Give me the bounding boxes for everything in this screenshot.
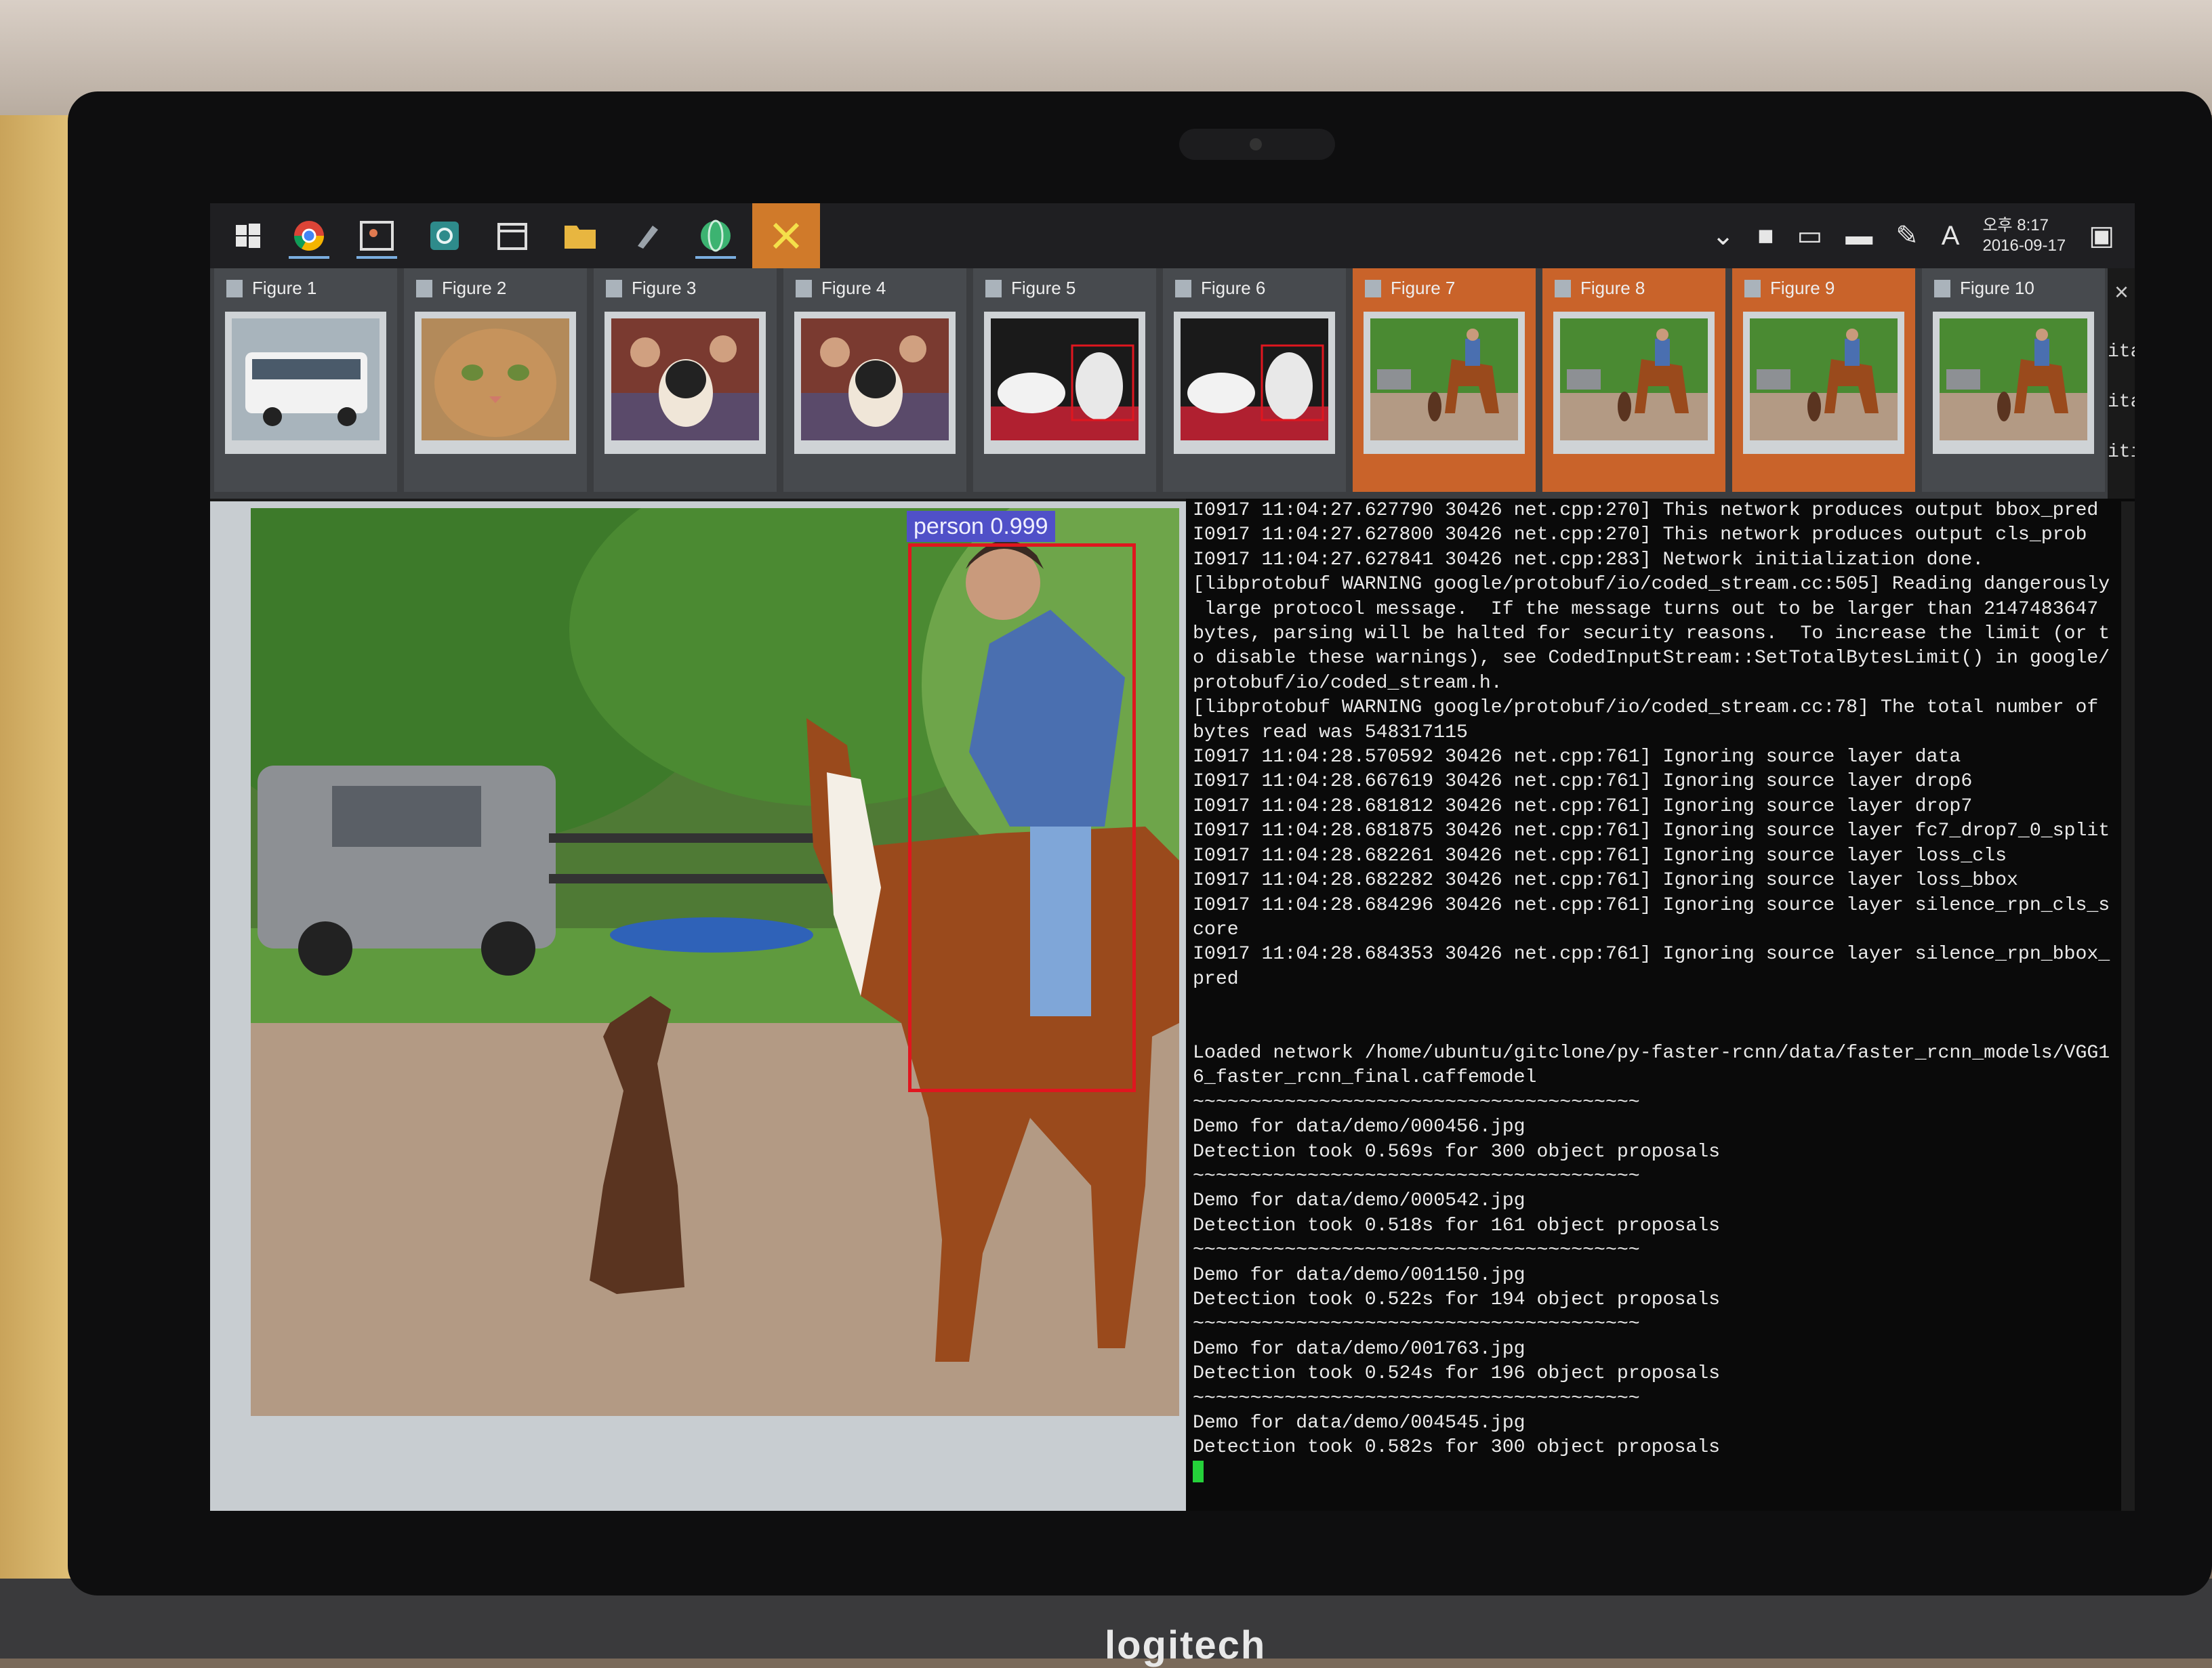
battery-icon[interactable]: ▬ [1845, 221, 1872, 251]
brand-logo: logitech [1105, 1623, 1267, 1667]
figure-window[interactable]: person 0.999 [210, 501, 1186, 1511]
figure-thumbnail-title: Figure 2 [416, 278, 506, 299]
terminal-output[interactable]: I0917 11:04:27.627790 30426 net.cpp:270]… [1186, 499, 2135, 1511]
terminal-text: I0917 11:04:27.627790 30426 net.cpp:270]… [1186, 499, 2135, 1485]
detection-label: person 0.999 [907, 511, 1055, 542]
figure-thumbnail-preview [415, 312, 576, 454]
close-icon[interactable]: × [2114, 278, 2129, 306]
figure-thumbnail-preview [1743, 312, 1904, 454]
figure-thumbnail[interactable]: Figure 2 [404, 268, 587, 492]
obscured-text: itat [2108, 341, 2135, 362]
figure-thumbnail[interactable]: Figure 5 [973, 268, 1156, 492]
figure-window-icon [1934, 279, 1950, 297]
screen: ⌄ ■ ▭ ▬ ✎ A 오후 8:17 2016-09-17 ▣ Figure … [210, 203, 2135, 1511]
figure-thumbnail-label: Figure 7 [1391, 278, 1456, 298]
figure-thumbnail-title: Figure 4 [796, 278, 886, 299]
figure-thumbnail[interactable]: Figure 4 [783, 268, 966, 492]
terminal-cursor [1193, 1461, 1204, 1483]
figure-thumbnail-label: Figure 10 [1960, 278, 2034, 298]
settings-icon[interactable] [424, 215, 465, 256]
obscured-text: itat [2108, 392, 2135, 413]
webcam [1179, 129, 1335, 160]
onedrive-icon[interactable]: ■ [1757, 221, 1774, 251]
figure-thumbnail-title: Figure 8 [1555, 278, 1645, 299]
figure-thumbnail-title: Figure 3 [606, 278, 696, 299]
figure-thumbnail-preview [605, 312, 766, 454]
figure-window-icon [416, 279, 432, 297]
figure-thumbnail[interactable]: Figure 6 [1163, 268, 1346, 492]
xming-icon[interactable] [752, 203, 820, 268]
figure-thumbnail-preview [225, 312, 386, 454]
figure-thumbnail[interactable]: Figure 9 [1732, 268, 1915, 492]
figure-thumbnail-label: Figure 4 [821, 278, 886, 298]
figure-thumbnail-label: Figure 8 [1580, 278, 1645, 298]
figure-thumbnail[interactable]: Figure 1 [214, 268, 397, 492]
detection-bounding-box [908, 543, 1136, 1092]
folder-icon[interactable] [560, 215, 600, 256]
chevron-up-icon[interactable]: ⌄ [1712, 220, 1735, 251]
photos-icon[interactable] [356, 215, 397, 259]
taskbar: ⌄ ■ ▭ ▬ ✎ A 오후 8:17 2016-09-17 ▣ [210, 203, 2135, 268]
figure-thumbnail-label: Figure 2 [442, 278, 507, 298]
terminal-scrollbar[interactable] [2121, 501, 2135, 1511]
obscured-text: itio [2108, 442, 2135, 463]
figure-window-icon [1365, 279, 1381, 297]
figure-window-icon [226, 279, 243, 297]
figure-window-icon [1175, 279, 1191, 297]
figure-window-icon [796, 279, 812, 297]
calendar-icon[interactable] [492, 215, 533, 256]
figure-thumbnail-label: Figure 9 [1770, 278, 1835, 298]
figure-thumbnail-preview [1553, 312, 1715, 454]
figure-thumbnail-title: Figure 5 [985, 278, 1076, 299]
pen-tray-icon[interactable]: ✎ [1896, 220, 1919, 251]
figure-thumbnail-label: Figure 5 [1011, 278, 1076, 298]
figure-thumbnail-title: Figure 9 [1744, 278, 1835, 299]
windows-icon[interactable] [228, 215, 268, 256]
figure-thumbnail-preview [984, 312, 1145, 454]
clock-time: 오후 8:17 [1982, 216, 2049, 234]
figure-thumbnail[interactable]: Figure 10 [1922, 268, 2105, 492]
figure-thumbnail[interactable]: Figure 3 [594, 268, 777, 492]
figure-thumbnail-preview [794, 312, 956, 454]
clock[interactable]: 오후 8:17 2016-09-17 [1982, 215, 2066, 256]
figure-thumbnail[interactable]: Figure 8 [1542, 268, 1725, 492]
figure-thumbnail-preview [1933, 312, 2094, 454]
figure-thumbnail-title: Figure 7 [1365, 278, 1455, 299]
pen-icon[interactable] [628, 215, 668, 256]
figure-window-icon [985, 279, 1002, 297]
ime-indicator[interactable]: A [1942, 221, 1960, 251]
figure-thumbnail-title: Figure 10 [1934, 278, 2034, 299]
figure-thumbnail-label: Figure 6 [1201, 278, 1266, 298]
figure-window-icon [1555, 279, 1571, 297]
system-tray: ⌄ ■ ▭ ▬ ✎ A 오후 8:17 2016-09-17 ▣ [1712, 210, 2114, 262]
figure-window-icon [1744, 279, 1761, 297]
globe-icon[interactable] [695, 215, 736, 259]
figure-thumbnail-label: Figure 1 [252, 278, 317, 298]
network-icon[interactable]: ▭ [1797, 220, 1822, 251]
figure-thumbnail-preview [1364, 312, 1525, 454]
clock-date: 2016-09-17 [1982, 236, 2066, 255]
figure-window-icon [606, 279, 622, 297]
chrome-icon[interactable] [289, 215, 329, 259]
window-thumbnail-strip: Figure 1 Figure 2 Figure 3 Figure 4 Figure 5… [210, 268, 2108, 499]
figure-thumbnail-label: Figure 3 [632, 278, 697, 298]
figure-thumbnail-title: Figure 1 [226, 278, 316, 299]
notification-icon[interactable]: ▣ [2089, 220, 2114, 251]
figure-thumbnail[interactable]: Figure 7 [1353, 268, 1536, 492]
figure-thumbnail-title: Figure 6 [1175, 278, 1265, 299]
figure-thumbnail-preview [1174, 312, 1335, 454]
